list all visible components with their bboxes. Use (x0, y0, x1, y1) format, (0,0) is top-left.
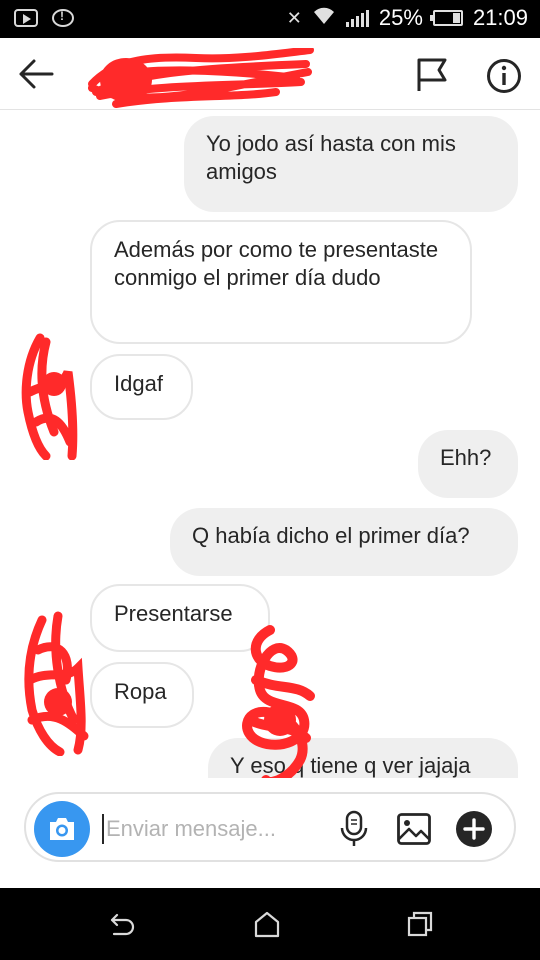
flag-icon (417, 58, 447, 91)
message-thread[interactable]: Yo jodo así hasta con mis amigos Además … (0, 110, 540, 778)
voice-message-button[interactable] (338, 810, 370, 848)
signal-icon (345, 9, 369, 27)
redacted-username-scribble (88, 48, 314, 108)
battery-percent: 25% (378, 5, 423, 30)
message-bubble-outgoing[interactable]: Ehh? (418, 430, 518, 498)
chat-notification-icon (52, 9, 74, 27)
back-button[interactable] (16, 56, 56, 92)
message-bubble-incoming[interactable]: Ropa (90, 662, 194, 728)
redacted-seen-avatar-scribble (242, 625, 315, 778)
report-button[interactable] (414, 57, 450, 93)
microphone-icon (340, 810, 368, 846)
plus-icon (463, 818, 485, 840)
redacted-avatar-scribble (21, 333, 78, 460)
message-bubble-outgoing[interactable]: Q había dicho el primer día? (170, 508, 518, 576)
home-icon (254, 911, 280, 938)
message-text: Además por como te presentaste conmigo e… (114, 237, 439, 290)
camera-button[interactable] (34, 801, 90, 857)
message-input[interactable] (106, 808, 316, 850)
composer-bar (0, 778, 540, 888)
message-text: Ropa (114, 679, 167, 704)
clock: 21:09 (472, 5, 528, 30)
status-bar: ✕ 25% 21:09 (0, 0, 540, 38)
text-caret (102, 814, 104, 844)
nav-back-button[interactable] (106, 912, 136, 936)
wifi-icon (312, 6, 336, 31)
nfc-off-icon: ✕ (286, 7, 302, 28)
message-bubble-outgoing[interactable]: Yo jodo así hasta con mis amigos (184, 116, 518, 212)
youtube-icon (14, 9, 38, 27)
message-bubble-incoming[interactable]: Además por como te presentaste conmigo e… (90, 220, 472, 344)
system-status: ✕ 25% 21:09 (287, 5, 528, 31)
notification-icons (14, 9, 74, 27)
conversation-header (0, 38, 540, 110)
battery-icon (429, 10, 463, 26)
arrow-left-icon (19, 59, 54, 89)
info-icon (487, 59, 521, 93)
more-options-button[interactable] (456, 811, 492, 847)
recents-icon (407, 911, 433, 937)
undo-back-icon (110, 913, 135, 936)
message-composer (24, 792, 516, 862)
message-text: Q había dicho el primer día? (192, 523, 470, 548)
message-text: Yo jodo así hasta con mis amigos (206, 131, 456, 184)
system-navigation-bar (0, 888, 540, 960)
message-text: Presentarse (114, 601, 233, 626)
nav-recents-button[interactable] (406, 910, 434, 938)
image-icon (397, 813, 431, 845)
nav-home-button[interactable] (252, 910, 282, 938)
redacted-avatar-scribble (24, 611, 89, 756)
message-bubble-incoming[interactable]: Idgaf (90, 354, 193, 420)
message-text: Ehh? (440, 445, 492, 470)
message-text: Idgaf (114, 371, 163, 396)
details-button[interactable] (486, 58, 522, 94)
gallery-button[interactable] (396, 812, 432, 846)
camera-icon (50, 818, 74, 840)
